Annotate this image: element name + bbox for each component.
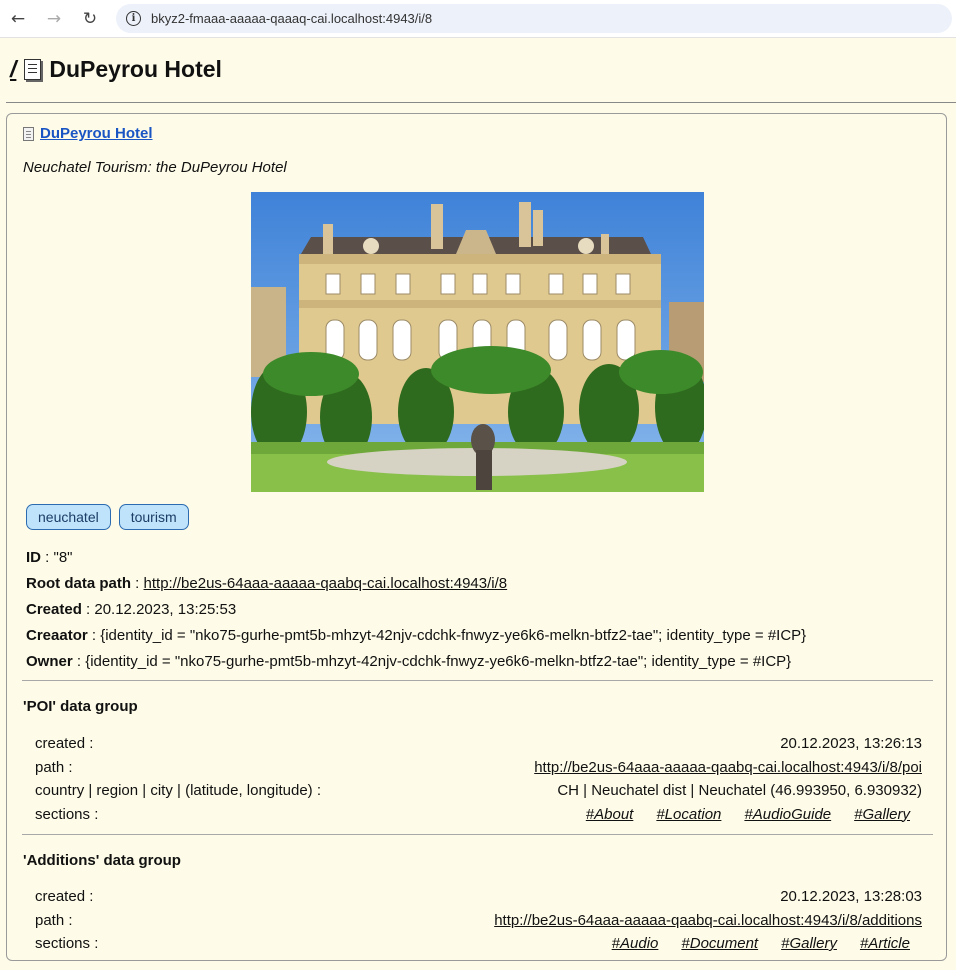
additions-created-label: created :: [35, 888, 94, 905]
tag-list: neuchatel tourism: [26, 504, 189, 530]
poi-created-label: created :: [35, 735, 94, 752]
root-path-link[interactable]: http://be2us-64aaa-aaaaa-qaabq-cai.local…: [144, 575, 508, 592]
poi-sections-row: sections : #About #Location #AudioGuide …: [35, 803, 922, 827]
prop-creator-value: : {identity_id = "nko75-gurhe-pmt5b-mhzy…: [87, 627, 807, 644]
poi-location-value: CH | Neuchatel dist | Neuchatel (46.9939…: [557, 782, 922, 799]
section-link-location[interactable]: #Location: [656, 803, 721, 827]
additions-group-title: 'Additions' data group: [23, 852, 181, 869]
prop-root-path: Root data path : http://be2us-64aaa-aaaa…: [26, 571, 806, 597]
additions-path-link[interactable]: http://be2us-64aaa-aaaaa-qaabq-cai.local…: [494, 909, 922, 933]
back-arrow-icon[interactable]: ←: [8, 9, 28, 29]
browser-toolbar: ← → ↻ i bkyz2-fmaaa-aaaaa-qaaaq-cai.loca…: [0, 0, 956, 38]
additions-created-value: 20.12.2023, 13:28:03: [780, 888, 922, 905]
section-link-gallery[interactable]: #Gallery: [854, 803, 910, 827]
section-link-document[interactable]: #Document: [681, 932, 758, 956]
poi-created-row: created : 20.12.2023, 13:26:13: [35, 732, 922, 756]
additions-path-row: path : http://be2us-64aaa-aaaaa-qaabq-ca…: [35, 909, 922, 933]
prop-root-label: Root data path: [26, 575, 131, 592]
tag-tourism[interactable]: tourism: [118, 504, 189, 530]
prop-created-label: Created: [26, 601, 82, 618]
hotel-photo: [251, 192, 704, 492]
prop-created: Created : 20.12.2023, 13:25:53: [26, 597, 806, 623]
section-link-gallery[interactable]: #Gallery: [781, 932, 837, 956]
url-text[interactable]: bkyz2-fmaaa-aaaaa-qaaaq-cai.localhost:49…: [151, 11, 432, 26]
site-info-icon[interactable]: i: [126, 11, 141, 26]
tag-neuchatel[interactable]: neuchatel: [26, 504, 111, 530]
section-link-audioguide[interactable]: #AudioGuide: [744, 803, 831, 827]
prop-owner-label: Owner: [26, 653, 73, 670]
poi-path-link[interactable]: http://be2us-64aaa-aaaaa-qaabq-cai.local…: [534, 756, 922, 780]
prop-owner-value: : {identity_id = "nko75-gurhe-pmt5b-mhzy…: [72, 653, 792, 670]
additions-created-row: created : 20.12.2023, 13:28:03: [35, 885, 922, 909]
address-bar[interactable]: i bkyz2-fmaaa-aaaaa-qaaaq-cai.localhost:…: [116, 4, 952, 33]
prop-id: ID : "8": [26, 545, 806, 571]
divider: [22, 680, 933, 681]
additions-sections-label: sections :: [35, 935, 99, 952]
section-link-article[interactable]: #Article: [860, 932, 910, 956]
poi-location-label: country | region | city | (latitude, lon…: [35, 782, 321, 799]
prop-id-value: : "8": [41, 549, 73, 566]
additions-path-label: path :: [35, 911, 73, 929]
item-title-link[interactable]: DuPeyrou Hotel: [40, 125, 153, 142]
document-icon: [23, 126, 34, 141]
item-subtitle: Neuchatel Tourism: the DuPeyrou Hotel: [23, 159, 287, 176]
poi-location-row: country | region | city | (latitude, lon…: [35, 779, 922, 803]
reload-icon[interactable]: ↻: [80, 9, 100, 29]
forward-arrow-icon[interactable]: →: [44, 9, 64, 29]
prop-owner: Owner : {identity_id = "nko75-gurhe-pmt5…: [26, 649, 806, 675]
section-link-audio[interactable]: #Audio: [612, 932, 659, 956]
prop-root-separator: :: [131, 575, 144, 592]
prop-creator-label: Creaator: [26, 627, 88, 644]
poi-group-fields: created : 20.12.2023, 13:26:13 path : ht…: [35, 732, 922, 826]
item-card: DuPeyrou Hotel Neuchatel Tourism: the Du…: [6, 113, 947, 961]
additions-sections-row: sections : #Audio #Document #Gallery #Ar…: [35, 932, 922, 956]
section-link-about[interactable]: #About: [586, 803, 634, 827]
page-heading: DuPeyrou Hotel: [49, 55, 222, 82]
header-divider: [6, 102, 956, 103]
prop-id-label: ID: [26, 549, 41, 566]
poi-section-links: #About #Location #AudioGuide #Gallery: [586, 803, 910, 827]
prop-created-value: : 20.12.2023, 13:25:53: [81, 601, 237, 618]
poi-path-row: path : http://be2us-64aaa-aaaaa-qaabq-ca…: [35, 756, 922, 780]
item-properties: ID : "8" Root data path : http://be2us-6…: [26, 545, 806, 675]
additions-group-fields: created : 20.12.2023, 13:28:03 path : ht…: [35, 885, 922, 956]
page-title: / DuPeyrou Hotel: [10, 55, 222, 83]
item-title: DuPeyrou Hotel: [23, 125, 153, 142]
root-link[interactable]: /: [10, 56, 16, 83]
poi-path-label: path :: [35, 758, 73, 776]
divider: [22, 834, 933, 835]
document-icon: [24, 58, 42, 80]
additions-section-links: #Audio #Document #Gallery #Article: [612, 932, 910, 956]
prop-creator: Creaator : {identity_id = "nko75-gurhe-p…: [26, 623, 806, 649]
poi-created-value: 20.12.2023, 13:26:13: [780, 735, 922, 752]
poi-sections-label: sections :: [35, 805, 99, 823]
poi-group-title: 'POI' data group: [23, 698, 138, 715]
